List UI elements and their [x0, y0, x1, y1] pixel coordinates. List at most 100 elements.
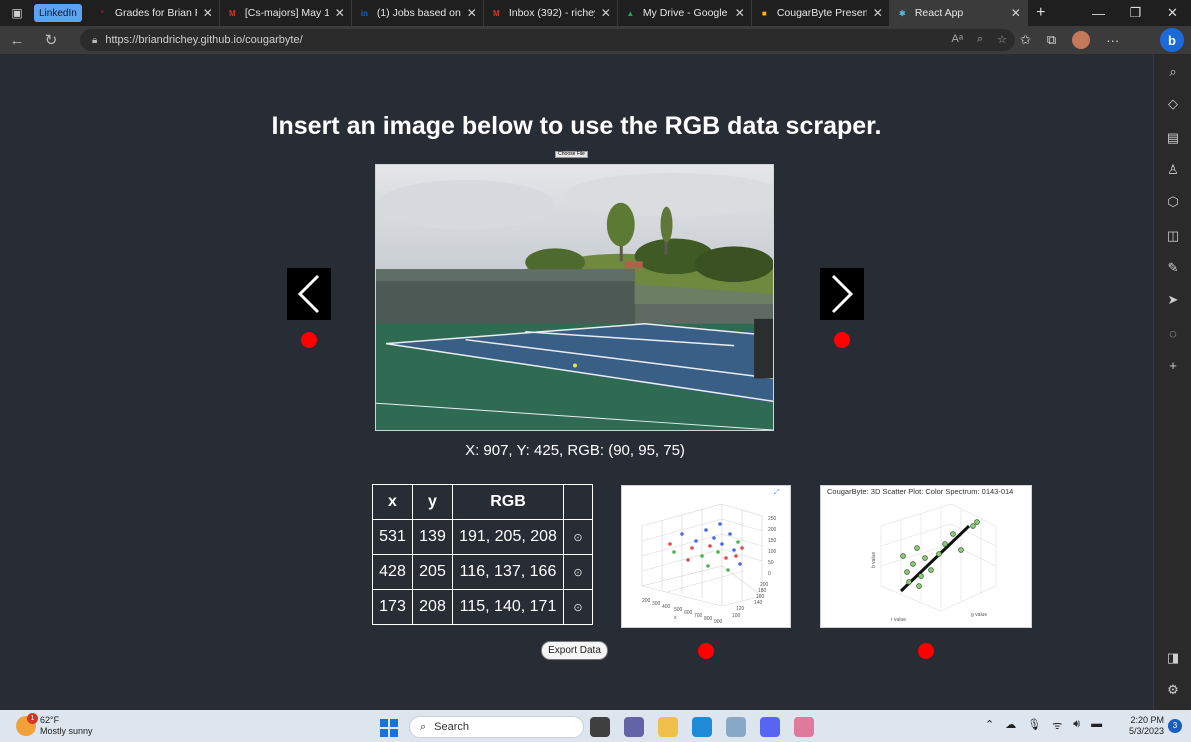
- weather-condition: Mostly sunny: [40, 726, 93, 736]
- close-tab-icon[interactable]: ✕: [873, 6, 883, 20]
- close-tab-icon[interactable]: ✕: [601, 6, 611, 20]
- scatter-point: [694, 539, 698, 543]
- browser-tab[interactable]: in (1) Jobs based on your ✕: [352, 0, 484, 26]
- task-view-icon[interactable]: [590, 717, 610, 737]
- restore-icon[interactable]: ❐: [1117, 0, 1154, 26]
- file-explorer-icon[interactable]: [658, 717, 678, 737]
- start-button[interactable]: [380, 719, 398, 737]
- page-content: Insert an image below to use the RGB dat…: [0, 54, 1153, 710]
- refresh-icon[interactable]: ↻: [34, 31, 68, 49]
- toolbox-icon[interactable]: ▤: [1154, 130, 1191, 146]
- edge-icon[interactable]: [692, 717, 712, 737]
- remove-row-button[interactable]: ⊙: [573, 567, 582, 579]
- office-icon[interactable]: ⬡: [1154, 194, 1191, 210]
- games-icon[interactable]: ♙: [1154, 162, 1191, 178]
- taskbar-search[interactable]: ⌕ Search: [409, 716, 584, 738]
- photos-icon[interactable]: [726, 717, 746, 737]
- paint-icon[interactable]: [794, 717, 814, 737]
- close-tab-icon[interactable]: ✕: [203, 6, 213, 20]
- browser-tab[interactable]: M Inbox (392) - richey ✕: [484, 0, 618, 26]
- time: 2:20 PM: [1130, 715, 1164, 725]
- cloud-icon[interactable]: ☁: [1005, 718, 1016, 733]
- remove-row-button[interactable]: ⊙: [573, 602, 582, 614]
- clock[interactable]: 2:20 PM 5/3/2023: [1118, 715, 1164, 737]
- scatter-point: [916, 583, 922, 589]
- tag-icon[interactable]: ◇: [1154, 96, 1191, 112]
- expand-icon[interactable]: ⤢: [774, 489, 780, 496]
- z-tick: 100: [768, 549, 777, 555]
- browser-tab[interactable]: ⚛ React App ✕: [889, 0, 1028, 26]
- scatter-point: [672, 550, 676, 554]
- add-icon[interactable]: +: [1154, 358, 1191, 373]
- window-menu-icon[interactable]: ▣: [0, 0, 34, 26]
- weather-widget[interactable]: 1 62°F Mostly sunny: [16, 713, 93, 737]
- browser-tab[interactable]: ▲ My Drive - Google Drive ✕: [618, 0, 752, 26]
- minimize-icon[interactable]: —: [1080, 0, 1117, 26]
- export-data-button[interactable]: Export Data: [541, 641, 608, 660]
- tab-title: (1) Jobs based on your: [376, 7, 461, 19]
- search-placeholder: Search: [434, 721, 470, 733]
- profile-avatar[interactable]: [1072, 31, 1091, 49]
- scatter-point: [942, 541, 948, 547]
- search-icon[interactable]: ⌕: [1154, 64, 1191, 80]
- scatter-point: [720, 542, 724, 546]
- more-menu-icon[interactable]: ···: [1106, 33, 1119, 48]
- designer-icon[interactable]: ✎: [1154, 260, 1191, 276]
- volume-icon[interactable]: 🔊︎: [1073, 718, 1080, 733]
- add-favorite-icon[interactable]: ☆: [997, 33, 1007, 46]
- scatter-point: [726, 568, 730, 572]
- plot-title: CougarByte: 3D Scatter Plot: Color Spect…: [827, 487, 1014, 496]
- scatter-point: [958, 547, 964, 553]
- settings-icon[interactable]: ⚙: [1154, 682, 1191, 698]
- close-tab-icon[interactable]: ✕: [335, 6, 345, 20]
- cell-x: 428: [372, 554, 413, 590]
- close-window-icon[interactable]: ✕: [1154, 0, 1191, 26]
- previous-image-button[interactable]: [287, 268, 331, 320]
- outlook-icon[interactable]: ◫: [1154, 228, 1191, 244]
- bing-chat-icon[interactable]: b: [1160, 28, 1184, 52]
- cell-y: 205: [412, 554, 453, 590]
- browser-tab[interactable]: * Grades for Brian Richey ✕: [90, 0, 220, 26]
- z-tick: 50: [768, 560, 774, 566]
- battery-icon[interactable]: ▬: [1091, 718, 1102, 733]
- z-tick: 150: [768, 538, 777, 544]
- browser-tab[interactable]: ■ CougarByte Presentation ✕: [752, 0, 890, 26]
- scatter-point: [904, 569, 910, 575]
- discord-icon[interactable]: [760, 717, 780, 737]
- choose-file-button[interactable]: Choose File: [555, 151, 588, 158]
- browser-tab[interactable]: M [Cs-majors] May 11th ✕: [220, 0, 352, 26]
- remove-row-button[interactable]: ⊙: [573, 532, 582, 544]
- favorites-icon[interactable]: ✩: [1020, 32, 1031, 48]
- close-tab-icon[interactable]: ✕: [735, 6, 745, 20]
- back-icon[interactable]: ←: [0, 32, 34, 49]
- new-tab-button[interactable]: +: [1028, 4, 1054, 22]
- read-aloud-icon[interactable]: Aᵃ: [952, 33, 963, 46]
- scatter-point: [734, 554, 738, 558]
- scatter-point: [686, 558, 690, 562]
- teams-icon[interactable]: [624, 717, 644, 737]
- microphone-icon[interactable]: 🎙︎: [1027, 718, 1041, 733]
- send-icon[interactable]: ➤: [1154, 292, 1191, 308]
- uploaded-image[interactable]: [375, 164, 774, 431]
- drop-icon[interactable]: ◌: [1154, 326, 1191, 341]
- table-row: 428 205 116, 137, 166 ⊙: [372, 554, 593, 590]
- z-axis-label: b value: [871, 552, 877, 568]
- scatter-point: [706, 564, 710, 568]
- collections-icon[interactable]: ⧉: [1047, 32, 1056, 48]
- chevron-up-icon[interactable]: ⌃: [985, 718, 994, 733]
- sidebar-toggle-icon[interactable]: ◨: [1154, 650, 1191, 666]
- tab-linkedin-pinned[interactable]: LinkedIn: [34, 4, 82, 22]
- scatter-plot-rgb[interactable]: 250 200 150 100 50 0 200 180 160 140 120…: [621, 485, 791, 628]
- zoom-icon[interactable]: ⌕: [977, 33, 983, 46]
- close-tab-icon[interactable]: ✕: [467, 6, 477, 20]
- notification-badge[interactable]: 3: [1168, 719, 1182, 733]
- next-image-button[interactable]: [820, 268, 864, 320]
- tab-favicon-icon: M: [492, 8, 500, 18]
- wifi-icon[interactable]: ᯤ: [1052, 718, 1062, 733]
- scatter-point: [704, 528, 708, 532]
- x-tick: 400: [662, 604, 671, 610]
- url-field[interactable]: 🔒︎ https://briandrichey.github.io/cougar…: [80, 29, 1015, 51]
- column-header-action: [563, 484, 593, 520]
- scatter-plot-color-spectrum[interactable]: CougarByte: 3D Scatter Plot: Color Spect…: [820, 485, 1032, 628]
- close-tab-icon[interactable]: ✕: [1011, 6, 1021, 20]
